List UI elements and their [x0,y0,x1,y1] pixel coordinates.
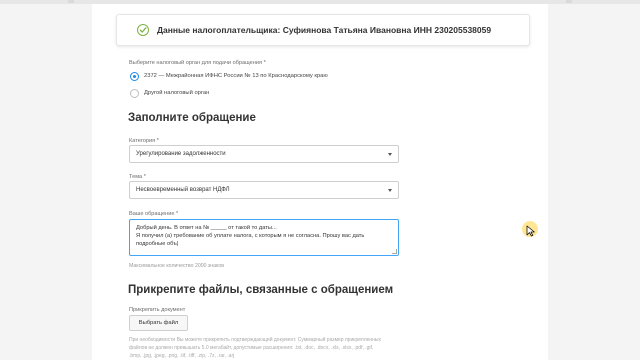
mouse-cursor-icon [522,221,538,237]
appeal-form: Данные налогоплательщика: Суфиянова Тать… [116,0,538,360]
left-margin [0,0,92,360]
message-line: Я получил (а) требование об уплате налог… [136,233,365,239]
message-label: Ваше обращение * [129,211,179,217]
taxpayer-banner: Данные налогоплательщика: Суфиянова Тать… [116,14,530,46]
chevron-down-icon [388,189,392,192]
category-select[interactable]: Урегулирование задолженности [129,145,399,163]
attach-note-line: .bmp, .jpg, .jpeg, .png, .tif, .tiff, .z… [129,353,235,359]
topic-label: Тема * [129,174,146,180]
attach-section-title: Прикрепите файлы, связанные с обращением [128,284,394,296]
chevron-down-icon [388,153,392,156]
radio-selected-icon[interactable] [130,72,139,81]
topic-select[interactable]: Несвоевременный возврат НДФЛ [129,181,399,199]
radio-option-label: Другой налоговый орган [144,90,210,96]
taxpayer-info: Данные налогоплательщика: Суфиянова Тать… [157,25,492,35]
category-label: Категория * [129,138,159,144]
tab-stub [68,0,74,3]
resize-handle-icon[interactable] [392,249,397,254]
tax-authority-label: Выберите налоговый орган для подачи обра… [129,60,266,66]
message-textarea[interactable]: Добрый день. В ответ на № _____ от такой… [129,219,399,256]
attach-note-line: При необходимости Вы можете прикрепить п… [129,337,382,343]
radio-unselected-icon[interactable] [130,89,139,98]
topic-value: Несвоевременный возврат НДФЛ [136,187,230,193]
message-line: подробные объ| [136,241,179,247]
choose-file-label: Выбрать файл [138,320,179,326]
tab-stub [566,0,572,3]
check-circle-icon [137,24,149,36]
right-margin [548,0,640,360]
category-value: Урегулирование задолженности [136,151,226,157]
choose-file-button[interactable]: Выбрать файл [129,315,188,331]
attach-label: Прикрепить документ [129,307,186,313]
appeal-section-title: Заполните обращение [128,112,256,124]
radio-option-label: 2372 — Межрайонная ИФНС России № 13 по К… [144,73,328,79]
message-line: Добрый день. В ответ на № _____ от такой… [136,225,277,231]
max-length-hint: Максимальное количество 2000 знаков [129,263,225,269]
attach-note-line: файлов не должен превышать 5.0 мегабайт,… [129,345,374,351]
